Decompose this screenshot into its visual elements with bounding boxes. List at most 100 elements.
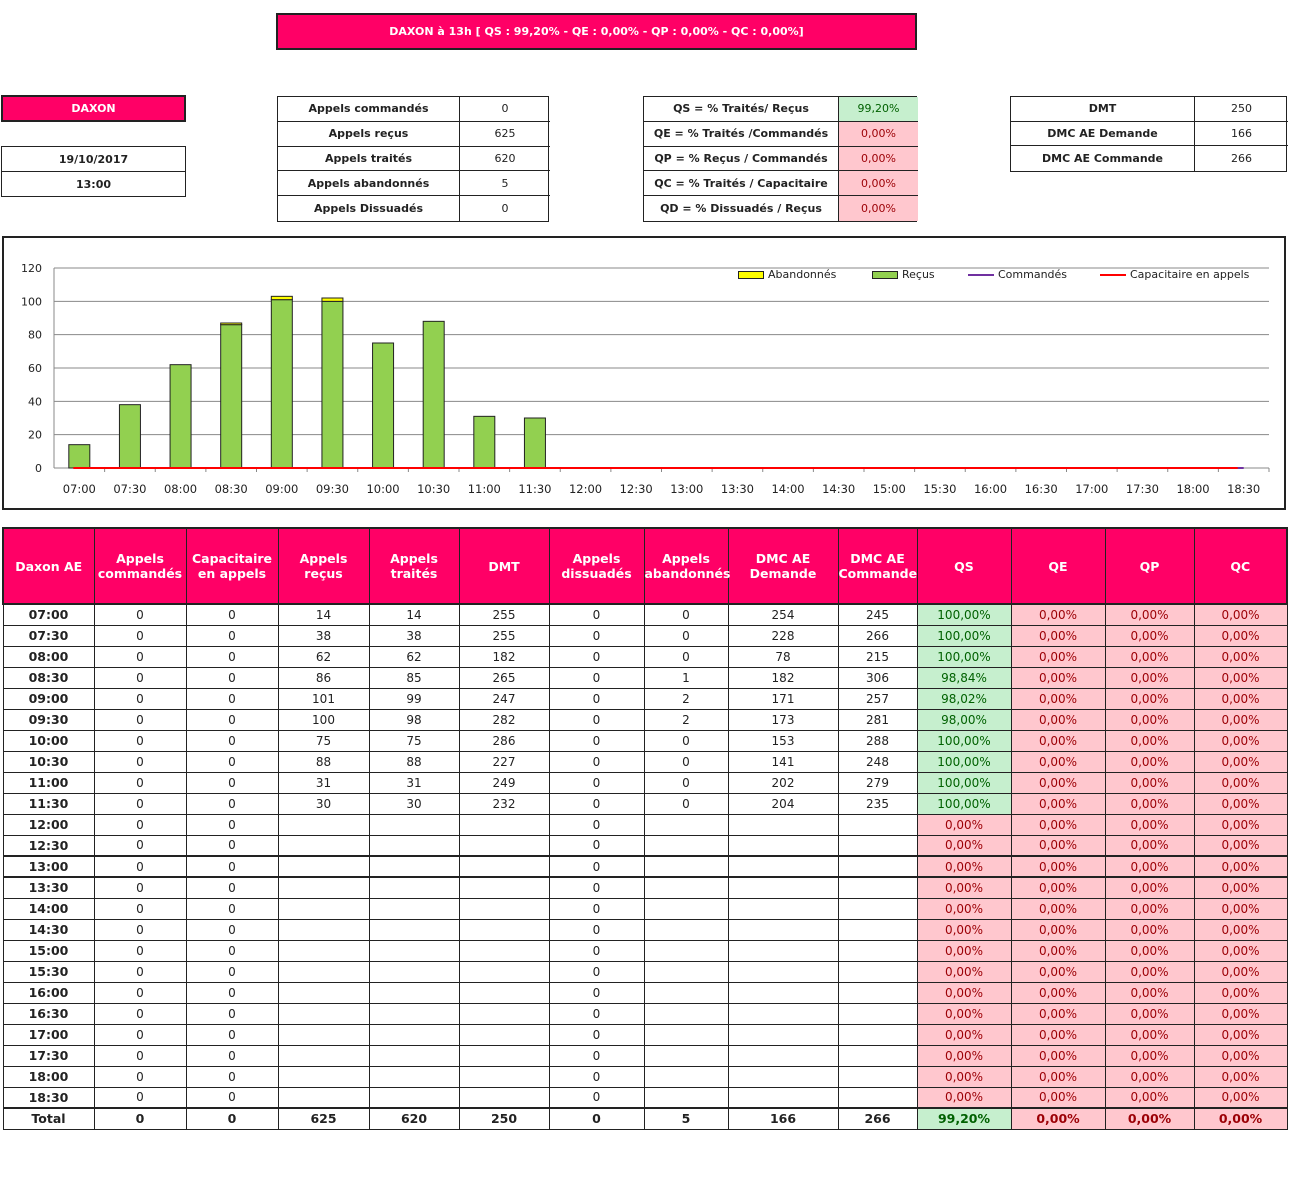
- table-row: 12:30 0 0 0 0,00% 0,00% 0,00% 0,00%: [2, 834, 1288, 857]
- cell-capacitaire-en-appels: 0: [185, 813, 279, 836]
- x-tick-label: 17:30: [1126, 482, 1159, 496]
- table-row: 13:30 0 0 0 0,00% 0,00% 0,00% 0,00%: [2, 876, 1288, 899]
- ratio-box-value: 0,00%: [839, 121, 918, 147]
- cell-appels-dissuades: 0: [548, 1044, 645, 1067]
- cell-appels-dissuades: 0: [548, 771, 645, 794]
- col-header-appels-abandonnes: Appels abandonnés: [643, 527, 730, 605]
- cell-appels-recus: 31: [277, 771, 370, 794]
- cell-capacitaire-en-appels: 0: [185, 792, 279, 815]
- cell-appels-commandes: 0: [93, 1002, 187, 1025]
- cell-appels-abandonnes: 2: [643, 687, 729, 710]
- bar-recus: [372, 342, 395, 469]
- cell-dmc-ae-demande: 254: [727, 603, 839, 626]
- cell-appels-dissuades: 0: [548, 792, 645, 815]
- x-tick-label: 15:00: [873, 482, 906, 496]
- cell-appels-commandes: 0: [93, 1044, 187, 1067]
- dm-box-value: 266: [1231, 152, 1252, 166]
- table-row: 08:30 0 0 86 85 265 0 1 182 306 98,84% 0,00% 0,00% 0,…: [2, 666, 1288, 689]
- cell-dmc-ae-commande: [837, 1086, 918, 1109]
- cell-dmc-ae-demande: [727, 1023, 839, 1046]
- cell-qs: 100,00%: [916, 792, 1012, 815]
- row-time-cell: 11:30: [2, 792, 95, 815]
- cell-qe: 0,00%: [1010, 1023, 1106, 1046]
- y-tick-label: 20: [28, 429, 42, 442]
- cell-dmc-ae-commande: 306: [837, 666, 918, 689]
- cell-capacitaire-en-appels: 0: [185, 603, 279, 626]
- cell-appels-traites: [368, 960, 460, 983]
- x-tick-label: 16:00: [974, 482, 1007, 496]
- cell-appels-traites: [368, 897, 460, 920]
- cell-appels-dissuades: 0: [548, 687, 645, 710]
- cell-appels-traites: 85: [368, 666, 460, 689]
- cell-appels-dissuades: 0: [548, 645, 645, 668]
- cell-appels-recus: [277, 813, 370, 836]
- cell-dmc-ae-demande: [727, 1086, 839, 1109]
- cell-appels-dissuades: 0: [548, 1107, 645, 1130]
- x-tick-label: 08:00: [164, 482, 197, 496]
- cell-dmc-ae-commande: [837, 1023, 918, 1046]
- cell-appels-abandonnes: 5: [643, 1107, 729, 1130]
- cell-dmc-ae-commande: [837, 1044, 918, 1067]
- cell-appels-recus: [277, 939, 370, 962]
- cell-capacitaire-en-appels: 0: [185, 624, 279, 647]
- cell-qe: 0,00%: [1010, 687, 1106, 710]
- ratio-box-label: QS = % Traités/ Reçus: [644, 97, 839, 122]
- legend-swatch-recus: [872, 270, 898, 279]
- x-tick-label: 13:30: [721, 482, 754, 496]
- table-row: 10:30 0 0 88 88 227 0 0 141 248 100,00% 0,00% 0,00% 0…: [2, 750, 1288, 773]
- x-tick-label: 15:30: [923, 482, 956, 496]
- cell-appels-recus: [277, 1002, 370, 1025]
- report-banner: DAXON à 13h [ QS : 99,20% - QE : 0,00% -…: [276, 13, 917, 50]
- cell-dmt: [458, 918, 550, 941]
- row-time-cell: 11:00: [2, 771, 95, 794]
- cell-dmt: [458, 813, 550, 836]
- cell-appels-recus: 30: [277, 792, 370, 815]
- table-row: 09:00 0 0 101 99 247 0 2 171 257 98,02% 0,00% 0,00% 0…: [2, 687, 1288, 710]
- cell-dmt: [458, 834, 550, 857]
- x-tick-label: 09:00: [265, 482, 298, 496]
- cell-dmt: 255: [458, 624, 550, 647]
- table-body: 07:00 0 0 14 14 255 0 0 254 245 100,00% 0,00% 0,00% 0…: [2, 603, 1288, 1130]
- cell-appels-commandes: 0: [93, 981, 187, 1004]
- cell-appels-recus: 62: [277, 645, 370, 668]
- cell-dmc-ae-commande: [837, 897, 918, 920]
- cell-appels-commandes: 0: [93, 729, 187, 752]
- x-tick-label: 12:30: [620, 482, 653, 496]
- cell-appels-commandes: 0: [93, 834, 187, 857]
- cell-dmt: 286: [458, 729, 550, 752]
- cell-appels-commandes: 0: [93, 624, 187, 647]
- cell-appels-recus: 88: [277, 750, 370, 773]
- cell-qs: 98,00%: [916, 708, 1012, 731]
- cell-capacitaire-en-appels: 0: [185, 918, 279, 941]
- calls-box-value: 625: [460, 122, 550, 147]
- duration-summary-box: DMT 250 DMC AE Demande 166 DMC AE Commande 26…: [1010, 96, 1288, 172]
- ratio-box-label: QE = % Traités /Commandés: [644, 121, 839, 147]
- cell-appels-traites: 88: [368, 750, 460, 773]
- cell-capacitaire-en-appels: 0: [185, 855, 279, 878]
- cell-capacitaire-en-appels: 0: [185, 687, 279, 710]
- cell-dmc-ae-demande: 228: [727, 624, 839, 647]
- legend-label-commandes: Commandés: [998, 268, 1068, 281]
- x-tick-label: 09:30: [316, 482, 349, 496]
- cell-dmc-ae-demande: [727, 1044, 839, 1067]
- cell-qp: 0,00%: [1104, 1065, 1195, 1088]
- cell-dmt: [458, 855, 550, 878]
- cell-appels-traites: [368, 918, 460, 941]
- table-row: 07:00 0 0 14 14 255 0 0 254 245 100,00% 0,00% 0,00% 0…: [2, 603, 1288, 626]
- cell-appels-traites: [368, 939, 460, 962]
- cell-qc: 0,00%: [1193, 624, 1288, 647]
- x-tick-label: 07:30: [113, 482, 146, 496]
- cell-dmc-ae-commande: [837, 939, 918, 962]
- cell-dmc-ae-commande: 266: [837, 624, 918, 647]
- col-header-appels-commandes: Appels commandés: [93, 527, 187, 605]
- table-row: 13:00 0 0 0 0,00% 0,00% 0,00% 0,00%: [2, 855, 1288, 878]
- bar-abandonnes: [220, 322, 243, 326]
- report-hour: 13:00: [75, 177, 111, 191]
- cell-qc: 0,00%: [1193, 1086, 1288, 1109]
- cell-appels-abandonnes: [643, 960, 729, 983]
- chart-legend: Abandonnés Reçus Commandés Capacitaire e…: [730, 266, 1250, 282]
- cell-qs: 100,00%: [916, 750, 1012, 773]
- cell-qp: 0,00%: [1104, 960, 1195, 983]
- cell-qs: 0,00%: [916, 1065, 1012, 1088]
- x-tick-label: 17:00: [1075, 482, 1108, 496]
